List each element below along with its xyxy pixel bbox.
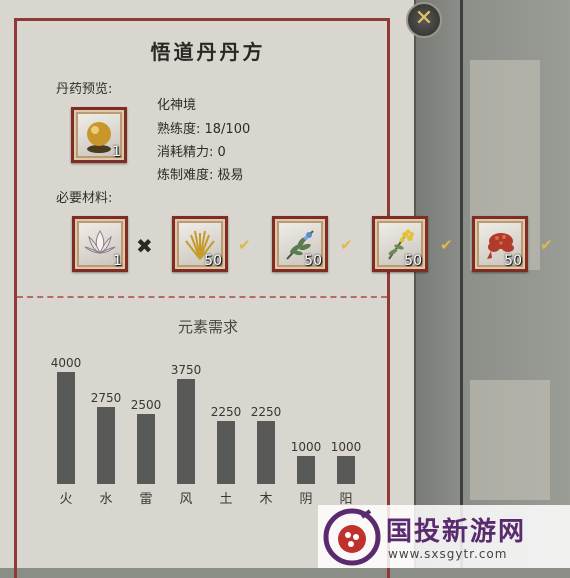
bar-3 [177, 379, 195, 484]
bar-1 [97, 407, 115, 484]
category-label: 火 [59, 492, 72, 507]
category-label: 水 [99, 492, 112, 507]
background-panel [470, 380, 550, 500]
category-label: 雷 [139, 492, 152, 507]
category-label: 风 [179, 492, 192, 507]
close-button[interactable]: ✕ [406, 2, 442, 38]
watermark-url: www.sxsgytr.com [388, 547, 508, 561]
bar-value-label: 1000 [331, 440, 362, 454]
background-divider [460, 0, 463, 568]
close-icon: ✕ [414, 6, 434, 31]
material-count: 50 [504, 253, 522, 269]
bar-2 [137, 414, 155, 484]
bar-value-label: 2750 [91, 391, 122, 405]
bar-7 [337, 456, 355, 484]
bar-4 [217, 421, 235, 484]
bar-value-label: 2500 [131, 398, 162, 412]
bar-0 [57, 372, 75, 484]
category-label: 土 [219, 492, 232, 507]
check-icon: ✔ [440, 236, 453, 254]
category-label: 阴 [299, 492, 312, 507]
category-label: 木 [259, 492, 272, 507]
check-icon: ✔ [540, 236, 553, 254]
bar-value-label: 1000 [291, 440, 322, 454]
element-requirements-chart: 4000火2750水2500雷3750风2250土2250木1000阴1000阳 [51, 356, 362, 507]
watermark-logo-icon [323, 508, 381, 566]
watermark-text: 国投新游网 [386, 517, 527, 547]
bar-value-label: 4000 [51, 356, 82, 370]
material-slot-red-coral[interactable]: 50 [472, 216, 528, 272]
bar-value-label: 2250 [251, 405, 282, 419]
bar-5 [257, 421, 275, 484]
bar-value-label: 3750 [171, 363, 202, 377]
bar-value-label: 2250 [211, 405, 242, 419]
bar-6 [297, 456, 315, 484]
watermark: 国投新游网 www.sxsgytr.com [318, 505, 570, 568]
